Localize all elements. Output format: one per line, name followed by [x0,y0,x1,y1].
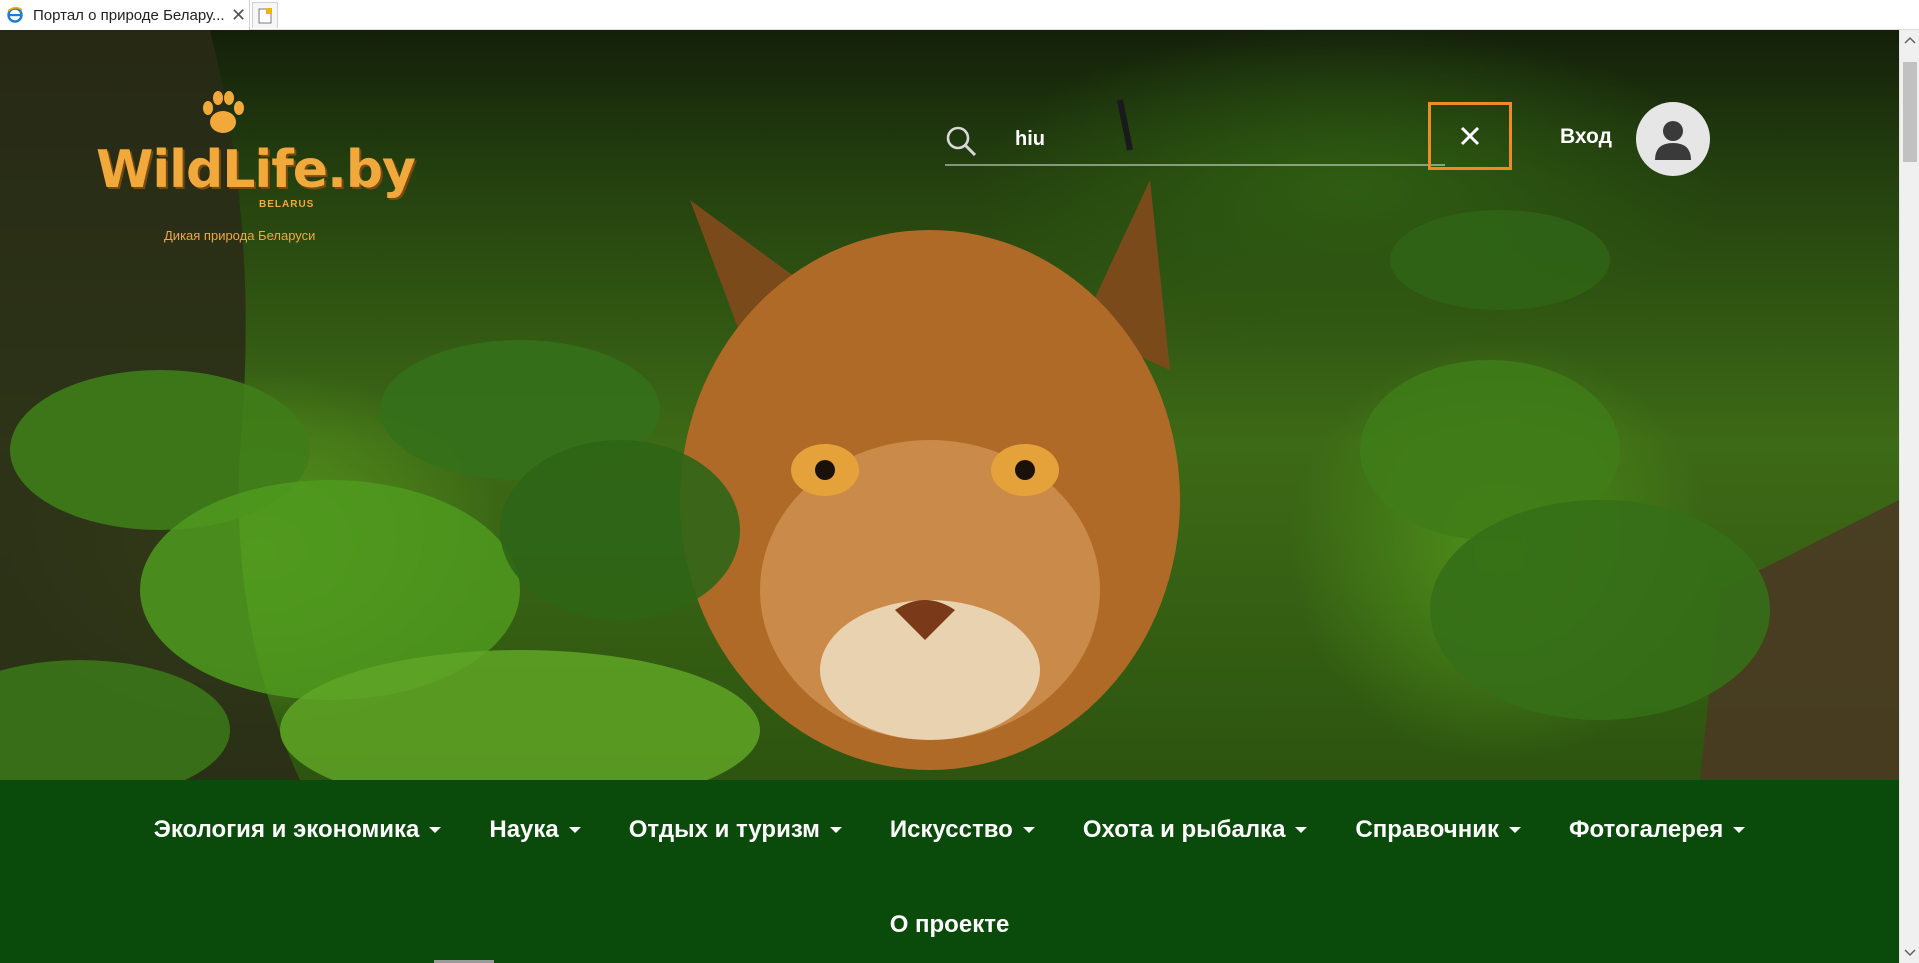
logo-wordmark: WildLife.by [96,140,416,200]
scrollbar-thumb[interactable] [1903,62,1917,162]
nav-item-reference[interactable]: Справочник [1355,816,1521,844]
nav-item-label: Экология и экономика [153,816,420,843]
nav-row-secondary: О проекте [0,905,1899,945]
login-link[interactable]: Вход [1560,125,1612,149]
nav-item-ecology[interactable]: Экология и экономика [154,816,442,844]
nav-item-label: Отдых и туризм [628,816,820,843]
tab-title: Портал о природе Белару... [33,6,225,24]
search-close-button[interactable] [1428,102,1512,170]
nav-item-label: Охота и рыбалка [1082,816,1286,843]
scroll-up-button[interactable] [1900,30,1919,50]
site-logo[interactable]: WildLife.by BELARUS Дикая природа Белару… [96,90,416,243]
close-icon [1460,126,1480,146]
main-navigation: Экология и экономика Наука Отдых и туриз… [0,780,1899,963]
chevron-down-icon [1904,949,1916,957]
nav-item-label: Фотогалерея [1568,816,1724,843]
search-icon[interactable] [945,125,977,157]
new-tab-icon [258,7,272,23]
nav-row-primary: Экология и экономика Наука Отдых и туриз… [0,810,1899,850]
tab-close-icon[interactable]: ✕ [231,6,246,24]
page-viewport: WildLife.by BELARUS Дикая природа Белару… [0,30,1899,963]
user-icon [1655,121,1691,160]
caret-down-icon [568,827,581,833]
nav-item-art[interactable]: Искусство [890,816,1035,844]
new-tab-button[interactable] [252,2,278,28]
caret-down-icon [1733,827,1746,833]
nav-item-label: Справочник [1355,816,1499,843]
vertical-scrollbar[interactable] [1899,30,1919,963]
logo-tagline: Дикая природа Беларуси [164,228,316,243]
nav-item-tourism[interactable]: Отдых и туризм [629,816,842,844]
search-input[interactable] [1013,121,1413,157]
nav-item-hunting-fishing[interactable]: Охота и рыбалка [1083,816,1308,844]
nav-item-about[interactable]: О проекте [890,911,1010,939]
search-bar [945,113,1445,166]
caret-down-icon [1295,827,1308,833]
browser-tab[interactable]: Портал о природе Белару... ✕ [0,0,250,30]
user-avatar-button[interactable] [1636,102,1710,176]
ie-icon [7,6,23,23]
scroll-down-button[interactable] [1900,943,1919,963]
paw-icon [203,91,244,133]
browser-tab-strip: Портал о природе Белару... ✕ [0,0,1919,30]
hero-banner: WildLife.by BELARUS Дикая природа Белару… [0,30,1899,780]
nav-item-label: Искусство [889,816,1013,843]
nav-item-label: Наука [489,816,559,843]
caret-down-icon [829,827,842,833]
caret-down-icon [429,827,442,833]
nav-item-science[interactable]: Наука [489,816,581,844]
nav-item-label: О проекте [889,911,1010,938]
caret-down-icon [1022,827,1035,833]
chevron-up-icon [1904,36,1916,44]
nav-item-photo-gallery[interactable]: Фотогалерея [1568,816,1746,844]
caret-down-icon [1508,827,1521,833]
logo-country: BELARUS [259,199,315,210]
